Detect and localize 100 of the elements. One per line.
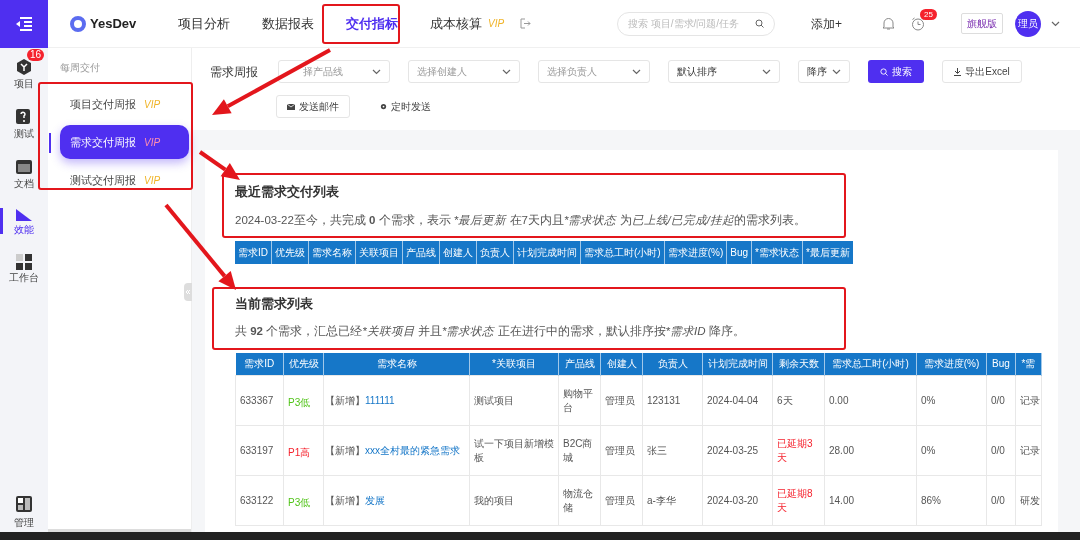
table-cell: 2024-04-04 [702, 375, 773, 426]
column-header: 负责人 [642, 352, 703, 376]
priority-label: P3低 [288, 496, 311, 508]
search-field[interactable]: 搜索 项目/需求/问题/任务 [628, 16, 755, 31]
rail-item[interactable]: 管理 [14, 495, 34, 530]
nav-tab[interactable]: 项目分析 [162, 0, 246, 48]
export-button[interactable]: 导出Excel [942, 60, 1022, 83]
section-title: 最近需求交付列表 [235, 183, 340, 201]
table-cell: 0% [916, 375, 987, 426]
window-icon [15, 158, 33, 176]
table-cell: B2C商城 [558, 425, 601, 476]
column-header: 需求ID [235, 240, 272, 264]
chart-icon [15, 208, 33, 222]
table-cell: 0/0 [986, 425, 1016, 476]
nav-tab[interactable]: 成本核算 VIP [414, 0, 521, 48]
schedule-send-button[interactable]: 定时发送 [380, 99, 431, 114]
table-cell: 张三 [642, 425, 703, 476]
table-cell: 【新增】发展 [323, 475, 470, 526]
column-header: *需 [1015, 352, 1042, 376]
column-header: Bug [726, 240, 752, 264]
sub-nav-item[interactable]: 项目交付周报 VIP [60, 87, 189, 121]
table-cell: 已延期3天 [772, 425, 825, 476]
column-header: 负责人 [476, 240, 514, 264]
table-cell: 123131 [642, 375, 703, 426]
table-cell: 0/0 [986, 375, 1016, 426]
alarm-clock-icon[interactable] [911, 16, 925, 31]
column-header: 产品线 [402, 240, 440, 264]
nav-tab[interactable]: 数据报表 [246, 0, 330, 48]
table-cell: 2024-03-20 [702, 475, 773, 526]
dropdown[interactable]: 默认排序 [668, 60, 780, 83]
dashboard-icon [15, 495, 33, 513]
requirement-link[interactable]: 发展 [365, 495, 385, 506]
column-header: 需求ID [235, 352, 284, 376]
logo-icon [70, 15, 86, 32]
requirement-link[interactable]: 111111 [365, 395, 395, 406]
section-heading: 每周交付 [60, 61, 101, 75]
rail-item[interactable]: 测试 [6, 106, 42, 142]
column-header: 剩余天数 [772, 352, 825, 376]
column-header: 需求总工时(小时) [824, 352, 917, 376]
column-header: *最后更新 [802, 240, 854, 264]
column-header: 需求进度(%) [916, 352, 987, 376]
page-title: 需求周报 [210, 63, 259, 81]
table-cell: 0% [916, 425, 987, 476]
column-header: 计划完成时间 [702, 352, 773, 376]
chevron-down-icon [372, 68, 381, 75]
table-cell: 管理员 [600, 475, 643, 526]
column-header: 需求名称 [323, 352, 470, 376]
section-description: 共 92 个需求，汇总已经*关联项目 并且*需求状态 正在进行中的需求，默认排序按*需求ID 降序。 [235, 324, 746, 340]
table-cell: 2024-03-25 [702, 425, 773, 476]
column-header: 产品线 [558, 352, 601, 376]
dropdown[interactable]: 降序 [798, 60, 850, 83]
table-cell: 0/0 [986, 475, 1016, 526]
table-cell: 记录 [1015, 375, 1042, 426]
count-badge: 25 [920, 8, 937, 20]
chevron-left-icon [185, 289, 191, 295]
menu-icon [15, 17, 33, 31]
sub-nav-item[interactable]: 测试交付周报 VIP [60, 163, 189, 197]
table-cell: 86% [916, 475, 987, 526]
table-cell: 购物平台 [558, 375, 601, 426]
table-cell: 记录 [1015, 425, 1042, 476]
rail-item[interactable]: 工作台 [6, 252, 42, 286]
column-header: 优先级 [271, 240, 309, 264]
table-cell: 物流仓储 [558, 475, 601, 526]
send-email-button[interactable]: 发送邮件 [276, 95, 350, 118]
menu-toggle-button[interactable] [0, 0, 48, 48]
table-cell: 14.00 [824, 475, 917, 526]
priority-label: P3低 [288, 396, 311, 408]
chevron-down-icon [832, 68, 841, 75]
table-cell: 已延期8天 [772, 475, 825, 526]
table-cell: 我的项目 [469, 475, 559, 526]
requirement-link[interactable]: xxx全村最的紧急需求 [365, 445, 460, 456]
table-cell: 测试项目 [469, 375, 559, 426]
search-icon [880, 67, 888, 76]
table-cell: 管理员 [600, 375, 643, 426]
collapse-handle[interactable] [184, 283, 192, 301]
download-icon [954, 67, 962, 76]
table-cell: 管理员 [600, 425, 643, 476]
table-cell: 试一下项目新增模板 [469, 425, 559, 476]
priority-label: P1高 [288, 446, 311, 458]
mail-icon [287, 103, 295, 110]
edition-badge: 旗舰版 [961, 13, 1003, 34]
add-button[interactable]: 添加+ [811, 14, 842, 33]
section-title: 当前需求列表 [235, 294, 314, 313]
column-header: 创建人 [600, 352, 643, 376]
column-header: 需求进度(%) [664, 240, 727, 264]
column-header: 创建人 [439, 240, 477, 264]
count-badge: 16 [27, 49, 45, 61]
sub-nav-item[interactable]: 需求交付周报 VIP [60, 125, 189, 159]
search-button[interactable]: 搜索 [868, 60, 924, 83]
avatar[interactable]: 理员 [1015, 10, 1041, 37]
bell-icon[interactable] [882, 16, 895, 31]
exit-icon[interactable] [520, 18, 532, 29]
table-cell: 研发 [1015, 475, 1042, 526]
column-header: 需求总工时(小时) [580, 240, 665, 264]
nav-tab[interactable]: 交付指标 [330, 0, 414, 48]
column-header: 计划完成时间 [513, 240, 581, 264]
rail-item[interactable]: 文档 [6, 156, 42, 192]
column-header: Bug [986, 352, 1016, 376]
search-icon [755, 19, 764, 28]
rail-item[interactable]: 效能 [6, 206, 42, 238]
